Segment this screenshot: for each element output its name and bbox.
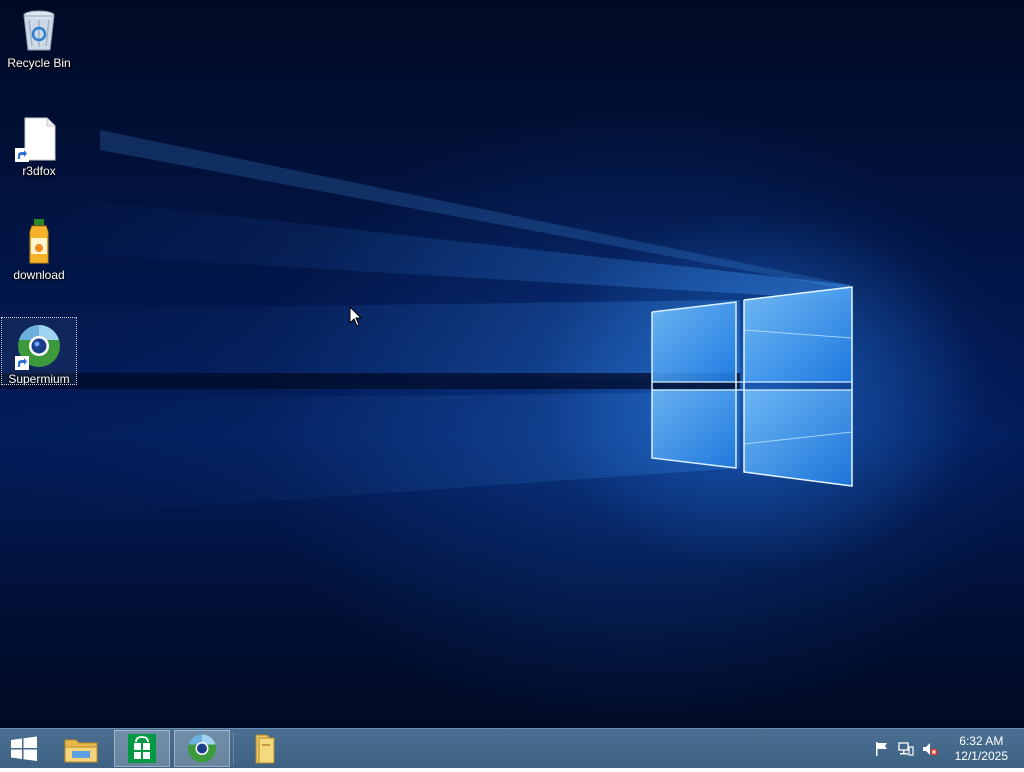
desktop-icon-download[interactable]: download: [2, 214, 76, 282]
desktop-icon-supermium[interactable]: Supermium: [1, 317, 77, 386]
supermium-browser-icon: [15, 322, 63, 370]
clock-date: 12/1/2025: [954, 749, 1008, 763]
taskbar: 6:32 AM 12/1/2025: [0, 728, 1024, 768]
taskbar-clock[interactable]: 6:32 AM 12/1/2025: [955, 734, 1008, 764]
desktop-icon-label: Recycle Bin: [7, 56, 71, 70]
store-icon: [128, 734, 156, 763]
shortcut-arrow-icon: [15, 148, 29, 162]
supermium-browser-icon: [188, 734, 216, 763]
wallpaper: [0, 130, 853, 520]
desktop-icon-label: Supermium: [8, 372, 70, 386]
taskbar-supermium-button[interactable]: [174, 730, 230, 767]
desktop[interactable]: Recycle Bin r3dfox download Supermium: [0, 0, 1024, 728]
taskbar-file-explorer-button[interactable]: [56, 730, 106, 767]
start-button[interactable]: [0, 730, 48, 767]
blank-file-shortcut-icon: [15, 114, 63, 162]
volume-muted-icon[interactable]: [922, 741, 938, 757]
action-center-flag-icon[interactable]: [874, 741, 890, 757]
mouse-cursor-icon: [349, 306, 363, 327]
taskbar-folder-button[interactable]: [240, 730, 290, 767]
desktop-icon-r3dfox[interactable]: r3dfox: [2, 110, 76, 178]
desktop-icon-recycle-bin[interactable]: Recycle Bin: [2, 2, 76, 70]
recycle-bin-icon: [15, 6, 63, 54]
desktop-icon-label: r3dfox: [22, 164, 56, 178]
desktop-icon-label: download: [13, 268, 65, 282]
taskbar-separator: [233, 733, 234, 765]
folder-icon: [255, 734, 275, 764]
file-explorer-icon: [64, 739, 98, 763]
clock-time: 6:32 AM: [959, 734, 1004, 748]
taskbar-store-button[interactable]: [114, 730, 170, 767]
windows-logo-icon: [11, 736, 37, 761]
juice-bottle-icon: [15, 218, 63, 266]
shortcut-arrow-icon: [15, 356, 29, 370]
network-icon[interactable]: [898, 741, 914, 757]
